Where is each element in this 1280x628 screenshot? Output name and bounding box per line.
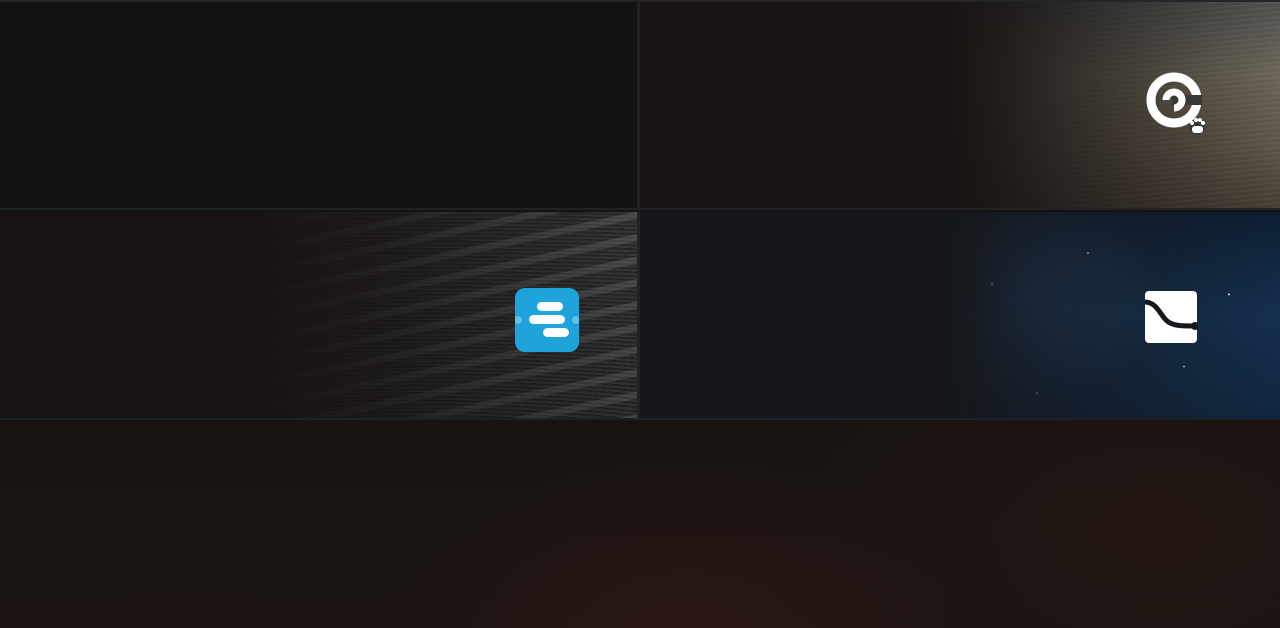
cibn-baidu-app-tile[interactable] bbox=[639, 2, 1280, 210]
blue-lines-app-icon bbox=[515, 288, 579, 352]
app-launcher-screen bbox=[0, 0, 1280, 628]
empty-tile[interactable] bbox=[0, 2, 639, 210]
cibn-baidu-icon bbox=[1146, 72, 1205, 135]
blue-app-tile[interactable] bbox=[0, 212, 639, 420]
app-tile-grid bbox=[0, 0, 1280, 420]
curve-line-app-icon bbox=[1144, 291, 1198, 343]
flow-app-tile[interactable] bbox=[639, 212, 1280, 420]
